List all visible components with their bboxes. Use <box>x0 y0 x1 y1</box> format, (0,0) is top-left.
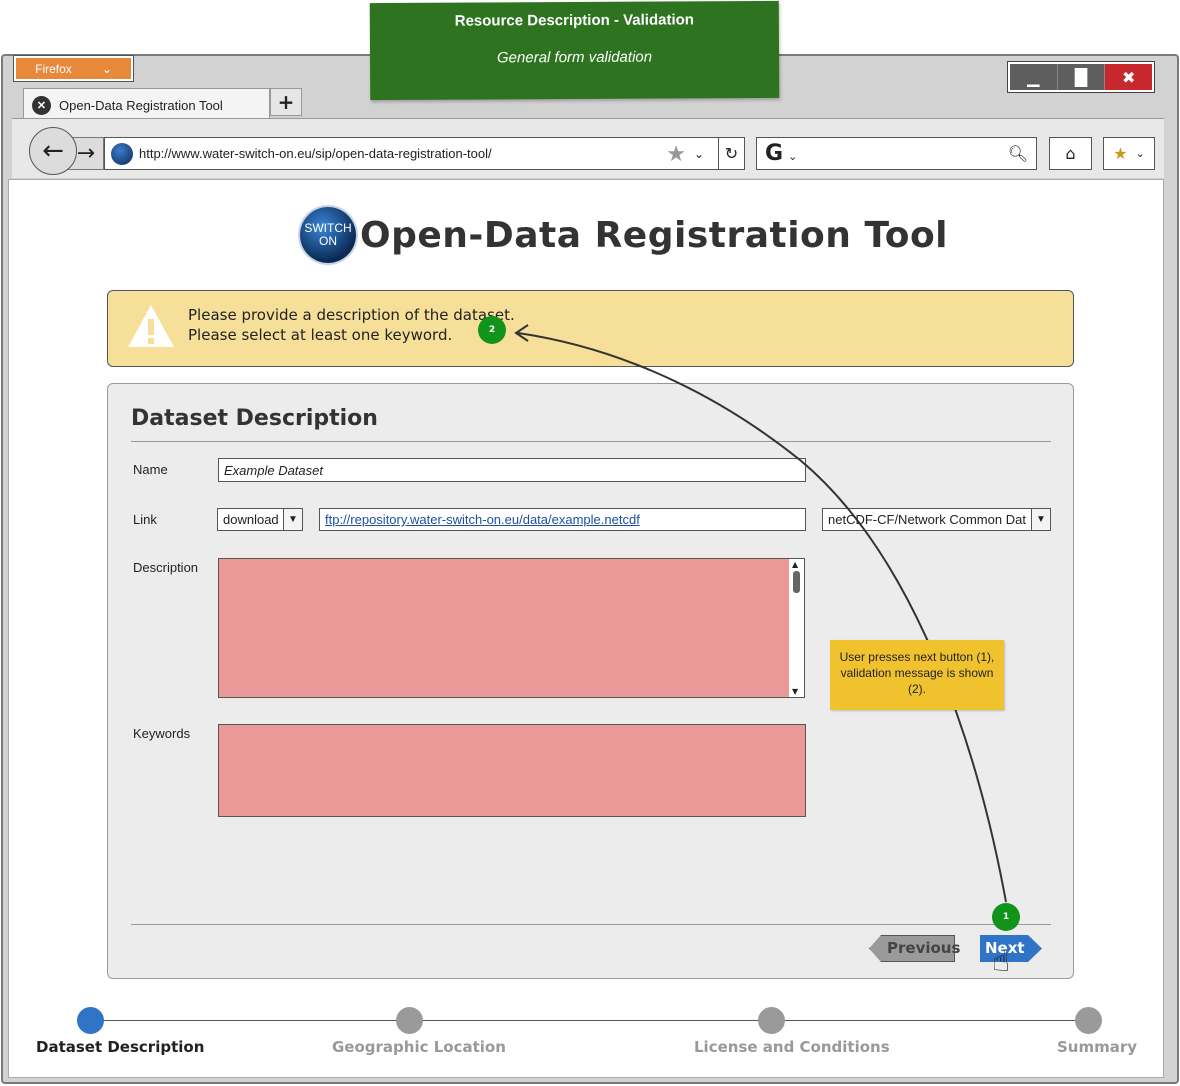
browser-tab[interactable]: ✕ Open-Data Registration Tool <box>23 88 270 122</box>
step-label-dataset-description[interactable]: Dataset Description <box>36 1038 204 1056</box>
switch-on-logo: SWITCH ON <box>300 207 356 263</box>
minimize-icon: ▁ <box>1027 67 1040 87</box>
back-button[interactable]: ← <box>29 127 77 175</box>
address-bar[interactable]: http://www.water-switch-on.eu/sip/open-d… <box>104 137 745 170</box>
chevron-down-icon: ⌄ <box>101 61 112 76</box>
home-button[interactable]: ⌂ <box>1049 137 1092 170</box>
name-field[interactable]: Example Dataset <box>218 458 806 482</box>
tab-title: Open-Data Registration Tool <box>59 98 223 113</box>
name-label: Name <box>133 462 168 477</box>
annotation-title: Resource Description - Validation <box>454 11 694 30</box>
stepper-line <box>90 1020 1090 1021</box>
bookmarks-star-icon: ★ <box>1113 144 1128 163</box>
close-window-button[interactable]: ✖ <box>1105 64 1153 90</box>
step-label-geographic-location[interactable]: Geographic Location <box>332 1038 506 1056</box>
scroll-down-icon[interactable]: ▼ <box>792 687 798 696</box>
scroll-up-icon[interactable]: ▲ <box>792 560 798 569</box>
format-select[interactable]: netCDF-CF/Network Common Dat ▼ <box>822 508 1051 531</box>
step-label-license-conditions[interactable]: License and Conditions <box>694 1038 890 1056</box>
chevron-down-icon[interactable]: ⌄ <box>788 150 797 163</box>
alert-line: Please provide a description of the data… <box>188 306 515 324</box>
link-label: Link <box>133 512 157 527</box>
description-label: Description <box>133 560 199 575</box>
bookmark-star-icon[interactable]: ★ <box>666 141 686 167</box>
close-icon: ✖ <box>1121 67 1136 87</box>
reload-icon[interactable]: ↻ <box>718 138 744 169</box>
alert-line: Please select at least one keyword. <box>188 326 453 344</box>
description-textarea[interactable] <box>218 558 790 698</box>
next-button[interactable]: Next <box>980 935 1042 962</box>
alert-messages: Please provide a description of the data… <box>188 305 515 345</box>
window-controls: ▁ █ ✖ <box>1007 61 1155 93</box>
search-bar[interactable]: G ⌄ 🔍︎ <box>756 137 1037 170</box>
hand-cursor-icon: ☝ <box>992 944 1011 979</box>
dropdown-arrow-icon[interactable]: ▼ <box>283 509 302 530</box>
link-url-field[interactable]: ftp://repository.water-switch-on.eu/data… <box>319 508 806 531</box>
format-value: netCDF-CF/Network Common Dat <box>828 512 1026 527</box>
address-bar-url: http://www.water-switch-on.eu/sip/open-d… <box>139 146 492 161</box>
dropdown-arrow-icon[interactable]: ▼ <box>1031 509 1050 530</box>
divider <box>131 441 1051 442</box>
annotation-title-note: Resource Description - Validation Genera… <box>369 0 780 101</box>
name-field-value: Example Dataset <box>224 462 323 478</box>
bookmarks-button[interactable]: ★ ⌄ <box>1103 137 1155 170</box>
badge-1: 1 <box>992 903 1020 931</box>
maximize-button[interactable]: █ <box>1057 64 1106 90</box>
step-dot-summary[interactable] <box>1075 1007 1102 1034</box>
section-title: Dataset Description <box>131 406 378 431</box>
back-arrow-icon: ← <box>42 136 64 166</box>
firefox-menu-button[interactable]: Firefox ⌄ <box>13 55 134 82</box>
divider <box>131 924 1051 925</box>
keywords-field[interactable] <box>218 724 806 817</box>
page-header: SWITCH ON Open-Data Registration Tool <box>300 205 948 265</box>
description-scrollbar[interactable]: ▲ ▼ <box>789 558 805 698</box>
google-search-icon[interactable]: G <box>765 141 783 166</box>
warning-icon <box>128 305 174 347</box>
new-tab-button[interactable]: + <box>270 88 302 116</box>
badge-2: 2 <box>478 316 506 344</box>
link-type-select[interactable]: download ▼ <box>217 508 303 531</box>
minimize-button[interactable]: ▁ <box>1010 64 1058 90</box>
maximize-icon: █ <box>1074 67 1088 87</box>
step-label-summary[interactable]: Summary <box>1057 1038 1137 1056</box>
step-dot-geographic-location[interactable] <box>396 1007 423 1034</box>
previous-button-label: Previous <box>887 939 961 957</box>
keywords-label: Keywords <box>133 726 191 741</box>
page-title: Open-Data Registration Tool <box>360 214 949 256</box>
firefox-menu-label: Firefox <box>35 61 72 76</box>
step-dot-license-conditions[interactable] <box>758 1007 785 1034</box>
step-dot-dataset-description[interactable] <box>77 1007 104 1034</box>
chevron-down-icon: ⌄ <box>1135 147 1145 160</box>
previous-button[interactable]: Previous <box>869 935 960 962</box>
annotation-note: User presses next button (1), validation… <box>830 640 1004 710</box>
chevron-down-icon[interactable]: ⌄ <box>694 147 704 161</box>
home-icon: ⌂ <box>1065 144 1076 163</box>
validation-alert: Please provide a description of the data… <box>107 290 1074 367</box>
scroll-thumb[interactable] <box>793 571 800 593</box>
site-favicon <box>111 142 133 165</box>
tab-close-icon[interactable]: ✕ <box>32 96 51 115</box>
forward-arrow-icon: → <box>76 141 95 166</box>
annotation-subtitle: General form validation <box>496 48 653 67</box>
link-url-value: ftp://repository.water-switch-on.eu/data… <box>325 512 640 527</box>
link-type-value: download <box>223 512 279 527</box>
plus-icon: + <box>277 90 295 114</box>
search-icon[interactable]: 🔍︎ <box>1008 144 1028 163</box>
